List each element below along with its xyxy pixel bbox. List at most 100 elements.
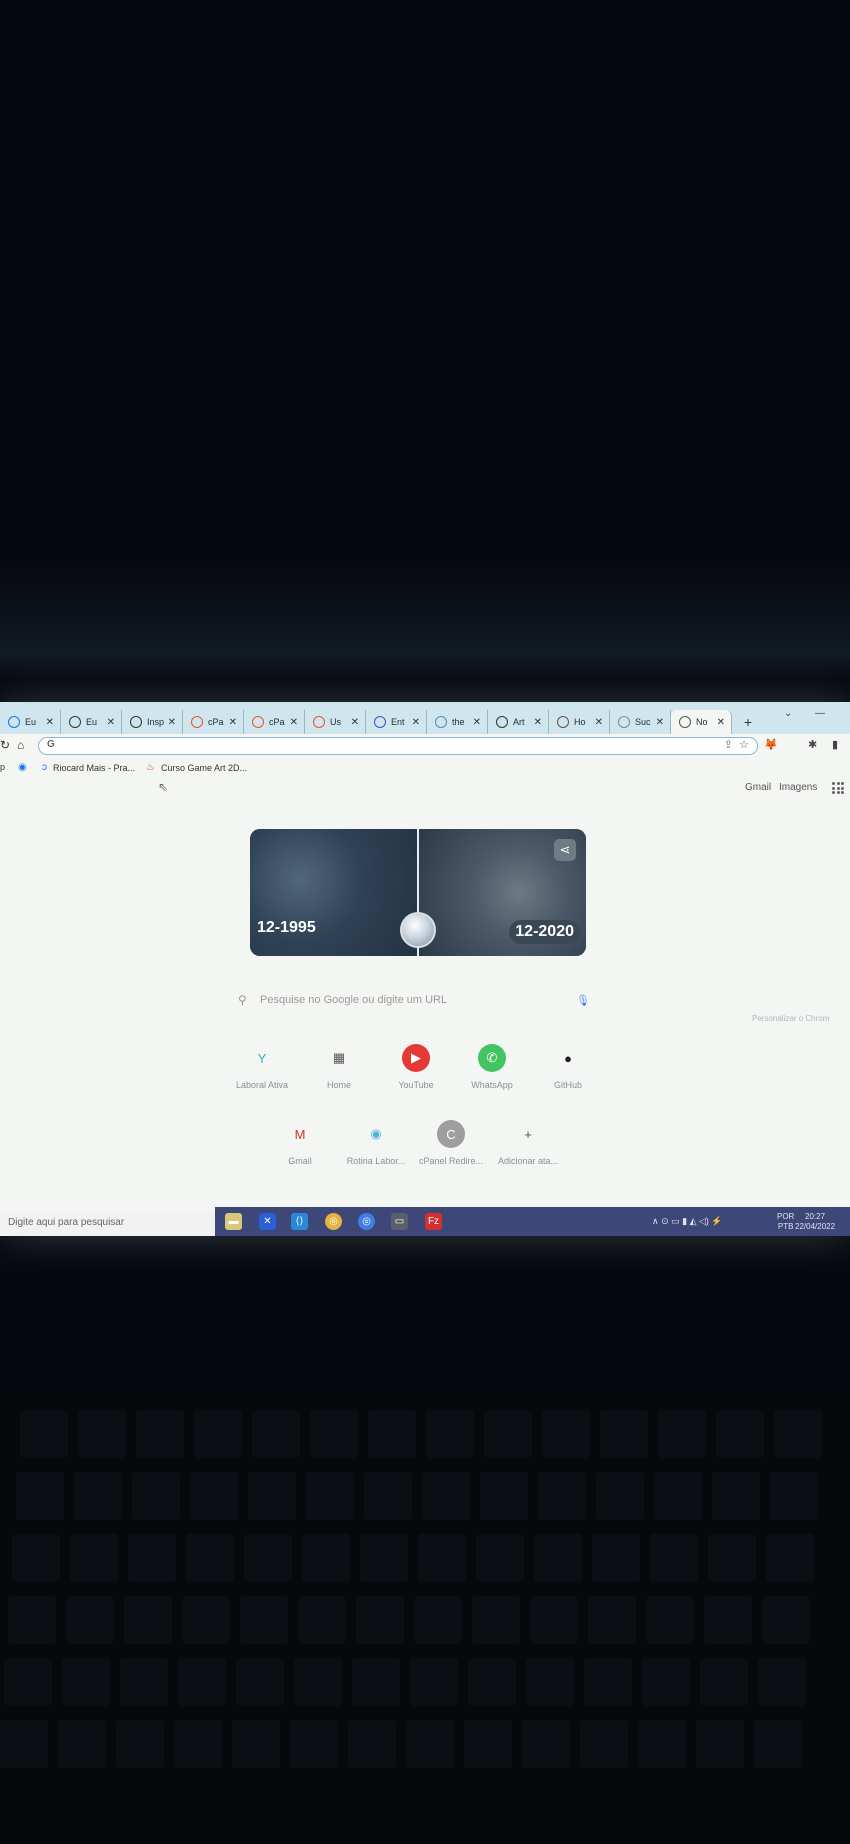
close-tab-icon[interactable]: ✕ xyxy=(168,717,176,728)
keyboard-key xyxy=(584,1658,632,1706)
keyboard-key xyxy=(0,1720,48,1768)
bookmark-label: p xyxy=(0,762,6,772)
minimize-icon[interactable]: — xyxy=(815,708,825,719)
tab-label: No xyxy=(696,717,708,727)
shortcut-label: GitHub xyxy=(553,1080,582,1090)
browser-tab[interactable]: Ho ✕ xyxy=(549,710,610,734)
browser-tab[interactable]: cPa ✕ xyxy=(244,710,305,734)
doodle-slider-handle[interactable] xyxy=(400,912,436,948)
close-tab-icon[interactable]: ✕ xyxy=(46,717,54,728)
keyboard-key xyxy=(58,1720,106,1768)
bookmark-item[interactable]: ◉ xyxy=(18,762,33,773)
close-tab-icon[interactable]: ✕ xyxy=(534,717,542,728)
doodle-share-icon[interactable]: ⋖ xyxy=(554,839,576,861)
system-tray-icons[interactable]: ∧ ⊙ ▭ ▮ ◭ ◁) ⚡ xyxy=(652,1216,723,1227)
chrome-profile-taskbar-icon[interactable]: ◎ xyxy=(358,1213,375,1230)
keyboard-key xyxy=(708,1534,756,1582)
keyboard-key xyxy=(704,1596,752,1644)
browser-tab[interactable]: Eu ✕ xyxy=(61,710,122,734)
google-apps-icon[interactable] xyxy=(832,782,844,794)
images-link[interactable]: Imagens xyxy=(779,782,817,793)
keyboard-key xyxy=(762,1596,810,1644)
keyboard-key xyxy=(700,1658,748,1706)
keyboard-key xyxy=(484,1410,532,1458)
keyboard-key xyxy=(190,1472,238,1520)
keyboard-key xyxy=(364,1472,412,1520)
close-tab-icon[interactable]: ✕ xyxy=(656,717,664,728)
browser-tab[interactable]: Ent ✕ xyxy=(366,710,427,734)
keyboard-key xyxy=(766,1534,814,1582)
shortcut-tile[interactable]: ● GitHub xyxy=(528,1044,608,1091)
extensions-puzzle-icon[interactable]: ✱ xyxy=(808,738,817,751)
shortcut-icon: + xyxy=(524,1126,532,1142)
microphone-icon[interactable]: 🎙 xyxy=(576,994,590,1007)
shortcut-tile[interactable]: ▶ YouTube xyxy=(376,1044,456,1090)
reload-icon[interactable]: ↻ xyxy=(0,738,10,752)
keyboard-key xyxy=(596,1472,644,1520)
browser-tab[interactable]: Suc ✕ xyxy=(610,710,671,734)
close-tab-icon[interactable]: ✕ xyxy=(473,717,481,728)
taskbar-clock[interactable]: 20:27 22/04/2022 xyxy=(795,1212,835,1232)
keyboard-key xyxy=(232,1720,280,1768)
shortcut-tile[interactable]: ✆ WhatsApp xyxy=(452,1044,532,1090)
file-explorer-icon[interactable]: ▬ xyxy=(225,1213,242,1230)
shortcut-tile[interactable]: CcPanel Redire... xyxy=(411,1120,491,1166)
close-tab-icon[interactable]: ✕ xyxy=(351,717,359,728)
close-tab-icon[interactable]: ✕ xyxy=(107,717,115,728)
close-tab-icon[interactable]: ✕ xyxy=(412,717,420,728)
close-tab-icon[interactable]: ✕ xyxy=(290,717,298,728)
customize-chrome-link[interactable]: Personalizar o Chrom xyxy=(752,1014,829,1023)
shortcut-tile[interactable]: + Adicionar ata... xyxy=(488,1120,568,1167)
bookmark-curso-game-art[interactable]: ♨ Curso Game Art 2D... xyxy=(146,762,247,773)
keyboard-key xyxy=(194,1410,242,1458)
taskbar-app-icon[interactable]: ✕ xyxy=(259,1213,276,1230)
bookmark-riocard[interactable]: ↄ Riocard Mais - Pra... xyxy=(42,762,135,773)
shortcut-tile[interactable]: Y Laboral Ativa xyxy=(222,1044,302,1091)
share-icon[interactable]: ⇪ xyxy=(724,738,733,751)
language-indicator[interactable]: POR PTB xyxy=(777,1212,794,1232)
browser-tab[interactable]: Us ✕ xyxy=(305,710,366,734)
filezilla-icon[interactable]: Fz xyxy=(425,1213,442,1230)
keyboard-key xyxy=(534,1534,582,1582)
gmail-link[interactable]: Gmail xyxy=(745,782,771,793)
browser-tab[interactable]: Insp ✕ xyxy=(122,710,183,734)
shortcut-tile[interactable]: ◉ Rotina Labor... xyxy=(336,1120,416,1166)
tab-label: Ent xyxy=(391,717,405,727)
tab-label: cPa xyxy=(208,717,224,727)
browser-tab[interactable]: the ✕ xyxy=(427,710,488,734)
tab-search-icon[interactable]: ⌄ xyxy=(784,708,792,719)
chrome-taskbar-icon[interactable]: ◎ xyxy=(325,1213,342,1230)
keyboard-key xyxy=(426,1410,474,1458)
blank-icon xyxy=(618,716,630,728)
shortcut-tile[interactable]: M Gmail xyxy=(260,1120,340,1167)
browser-tab[interactable]: Art ✕ xyxy=(488,710,549,734)
metamask-extension-icon[interactable]: 🦊 xyxy=(764,738,778,751)
keyboard-key xyxy=(8,1596,56,1644)
new-tab-button[interactable]: + xyxy=(736,710,760,734)
google-search-box[interactable]: ⚲ Pesquise no Google ou digite um URL 🎙 xyxy=(232,988,602,1016)
keyboard-key xyxy=(538,1472,586,1520)
keyboard-key xyxy=(642,1658,690,1706)
keyboard-key xyxy=(468,1658,516,1706)
browser-tab[interactable]: No ✕ xyxy=(671,710,732,734)
close-tab-icon[interactable]: ✕ xyxy=(229,717,237,728)
close-tab-icon[interactable]: ✕ xyxy=(595,717,603,728)
close-tab-icon[interactable]: ✕ xyxy=(717,717,725,728)
terminal-icon[interactable]: ▭ xyxy=(391,1213,408,1230)
home-icon[interactable]: ⌂ xyxy=(17,738,24,752)
keyboard-key xyxy=(182,1596,230,1644)
windows-search-box[interactable]: Digite aqui para pesquisar xyxy=(0,1210,215,1236)
bookmark-item[interactable]: p xyxy=(0,762,5,772)
browser-tab[interactable]: Eu ✕ xyxy=(0,710,61,734)
address-bar[interactable]: G ⇪ ☆ xyxy=(38,737,758,755)
google-doodle[interactable]: 12-1995 12-2020 ⋖ xyxy=(250,829,586,956)
browser-tab[interactable]: cPa ✕ xyxy=(183,710,244,734)
tab-label: Ho xyxy=(574,717,586,727)
screen-glow xyxy=(0,560,850,680)
bookmark-star-icon[interactable]: ☆ xyxy=(739,738,749,751)
keyboard-key xyxy=(650,1534,698,1582)
side-panel-icon[interactable]: ▮ xyxy=(832,738,838,751)
shortcut-tile[interactable]: ▦ Home xyxy=(299,1044,379,1090)
vscode-icon[interactable]: ⟨⟩ xyxy=(291,1213,308,1230)
keyboard-key xyxy=(770,1472,818,1520)
